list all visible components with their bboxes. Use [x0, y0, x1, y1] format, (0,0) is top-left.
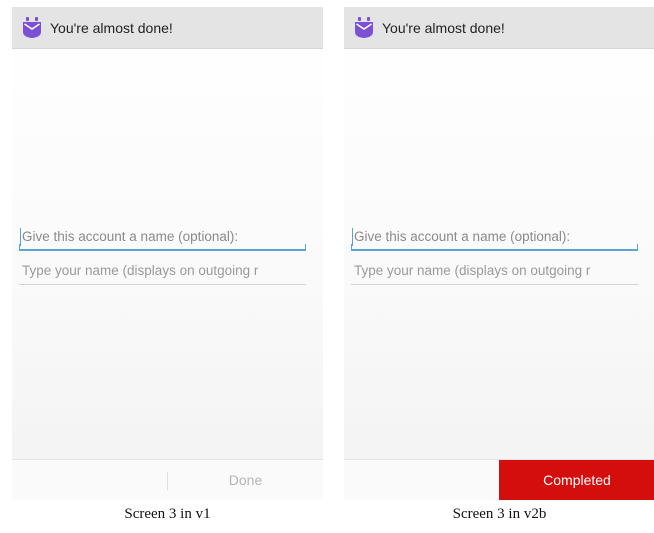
title-bar: You're almost done! — [344, 7, 654, 49]
account-name-input[interactable]: Give this account a name (optional): — [19, 225, 306, 251]
phone-screen-v1: You're almost done! Give this account a … — [12, 7, 323, 500]
caption-v2b: Screen 3 in v2b — [452, 506, 547, 522]
comparison-figure: You're almost done! Give this account a … — [0, 0, 654, 533]
display-name-placeholder: Type your name (displays on outgoing r — [22, 263, 259, 278]
mail-app-icon — [355, 16, 373, 38]
phone-screen-v2b: You're almost done! Give this account a … — [344, 7, 654, 500]
display-name-input[interactable]: Type your name (displays on outgoing r — [351, 259, 638, 285]
account-name-placeholder: Give this account a name (optional): — [354, 229, 571, 244]
caption-v1: Screen 3 in v1 — [124, 506, 211, 522]
bottom-action-bar: Completed — [344, 459, 654, 500]
text-cursor — [20, 228, 21, 246]
completed-button[interactable]: Completed — [499, 460, 654, 500]
mail-app-icon — [23, 16, 41, 38]
bottom-action-bar: Done — [12, 459, 323, 500]
done-button[interactable]: Done — [168, 460, 323, 500]
display-name-input[interactable]: Type your name (displays on outgoing r — [19, 259, 306, 285]
account-name-input[interactable]: Give this account a name (optional): — [351, 225, 638, 251]
account-name-placeholder: Give this account a name (optional): — [22, 229, 239, 244]
page-title: You're almost done! — [50, 19, 173, 36]
page-title: You're almost done! — [382, 19, 505, 36]
display-name-placeholder: Type your name (displays on outgoing r — [354, 263, 591, 278]
text-cursor — [352, 228, 353, 246]
title-bar: You're almost done! — [12, 7, 323, 49]
